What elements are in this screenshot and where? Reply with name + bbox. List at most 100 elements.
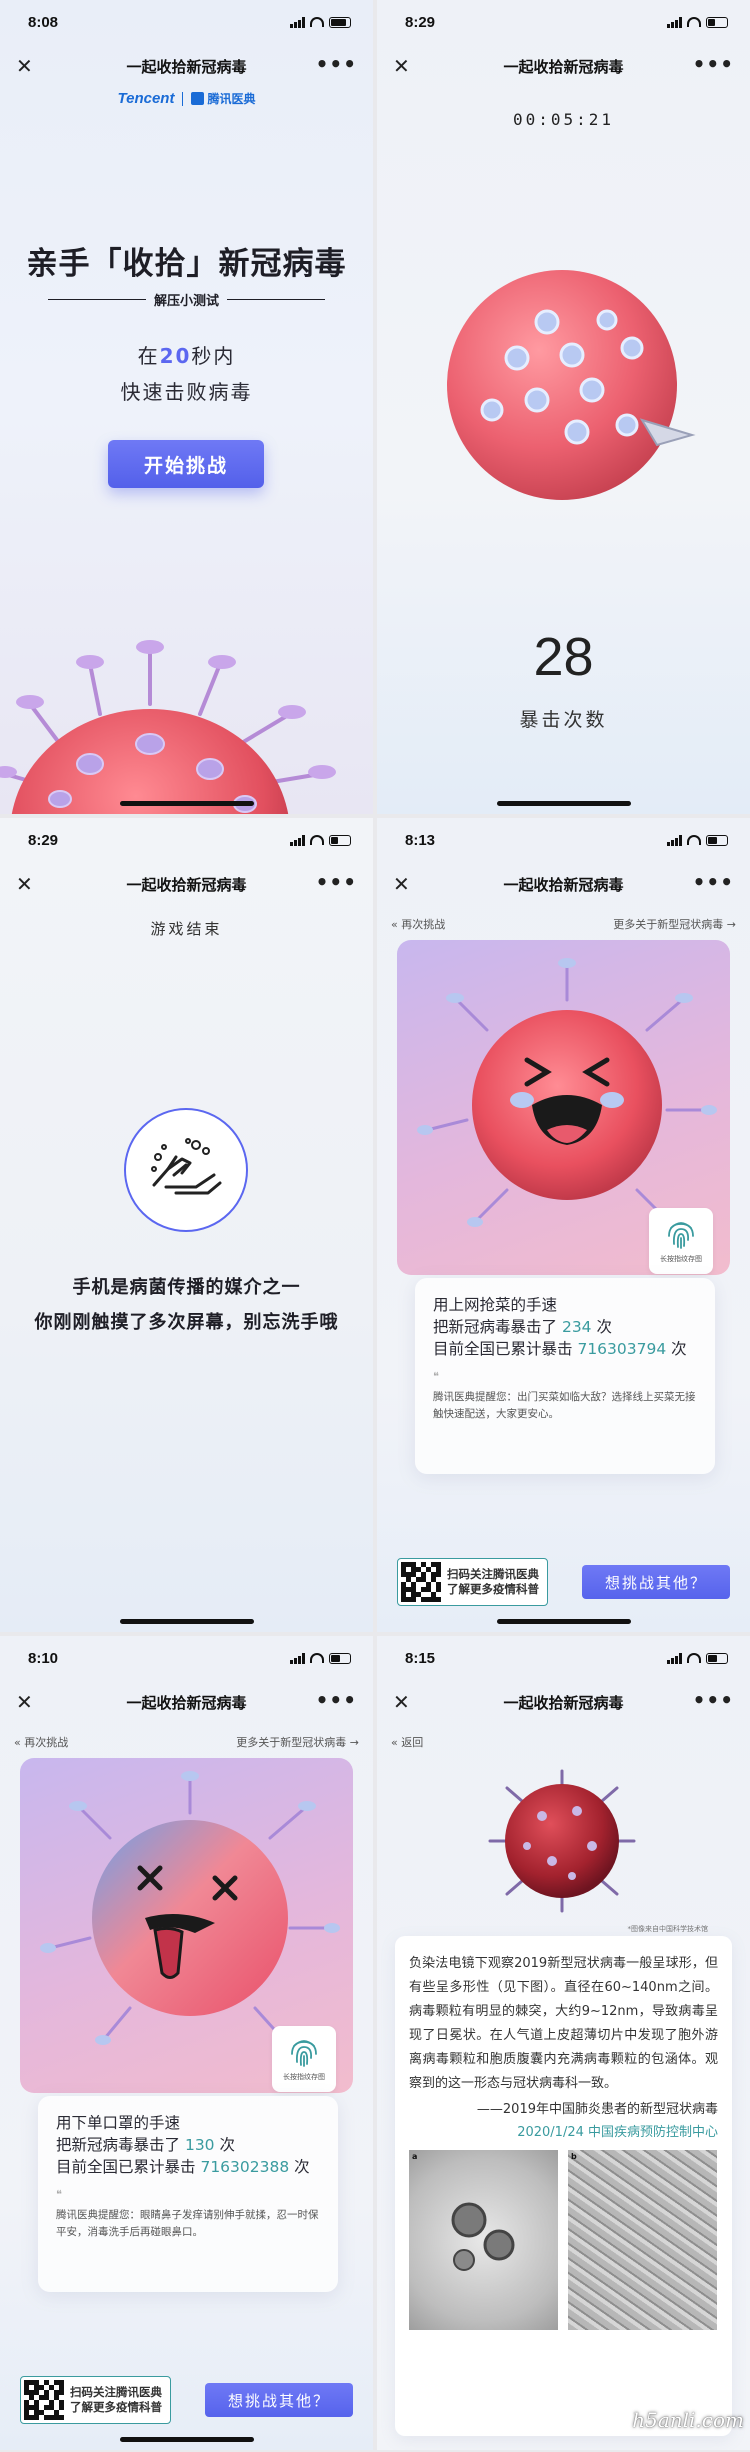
result-links: « 再次挑战 更多关于新型冠状病毒 → [14, 1734, 359, 1750]
close-icon[interactable]: ✕ [393, 872, 410, 896]
more-icon[interactable]: ••• [693, 1688, 734, 1712]
close-icon[interactable]: ✕ [16, 54, 33, 78]
total-hit-count: 716303794 [577, 1340, 667, 1358]
qr-code-icon [401, 1562, 441, 1602]
virus-target[interactable] [437, 260, 697, 510]
screen-start: 8:08 ✕ 一起收拾新冠病毒 ••• Tencent 腾讯医典 亲手「收拾」新… [0, 0, 373, 814]
more-info-link[interactable]: 更多关于新型冠状病毒 → [613, 916, 736, 932]
micrograph-a: a [409, 2150, 558, 2330]
home-indicator [119, 801, 254, 806]
result-line-3-suffix: 次 [294, 2158, 310, 2176]
tencent-logo: Tencent [117, 90, 175, 107]
save-poster-button[interactable]: 长按指纹存图 [272, 2026, 336, 2092]
brand-logos: Tencent 腾讯医典 [0, 90, 373, 107]
nav-title: 一起收拾新冠病毒 [126, 875, 247, 894]
more-icon[interactable]: ••• [316, 870, 357, 894]
hand-wash-badge [124, 1108, 248, 1232]
try-other-challenge-button[interactable]: 想挑战其他？ [582, 1565, 730, 1599]
more-info-label: 更多关于新型冠状病毒 [613, 918, 724, 931]
result-card: 用上网抢菜的手速 把新冠病毒暴击了 234 次 目前全国已累计暴击 716303… [415, 1278, 715, 1474]
close-icon[interactable]: ✕ [16, 872, 33, 896]
close-icon[interactable]: ✕ [393, 54, 410, 78]
wifi-icon [687, 835, 701, 845]
more-icon[interactable]: ••• [693, 870, 734, 894]
status-icons [667, 834, 728, 846]
home-indicator [496, 1619, 631, 1624]
more-icon[interactable]: ••• [316, 1688, 357, 1712]
qr-caption-line-2: 了解更多疫情科普 [70, 2400, 162, 2414]
brand-divider [182, 91, 184, 106]
micrograph-b: b [568, 2150, 717, 2330]
result-line-3: 目前全国已累计暴击 716303794 次 [433, 1338, 697, 1360]
result-line-2-suffix: 次 [219, 2136, 235, 2154]
status-bar: 8:08 [0, 0, 373, 44]
more-icon[interactable]: ••• [316, 52, 357, 76]
result-line-2: 把新冠病毒暴击了 130 次 [56, 2134, 320, 2156]
article-source: 2020/1/24 中国疾病预防控制中心 [517, 2125, 718, 2140]
result-line-3: 目前全国已累计暴击 716302388 次 [56, 2156, 320, 2178]
wifi-icon [310, 17, 324, 27]
goal-prefix: 在 [137, 344, 160, 368]
result-footer: 扫码关注腾讯医典 了解更多疫情科普 想挑战其他？ [397, 1558, 730, 1606]
subtitle-row: 解压小测试 [48, 290, 326, 309]
result-line-2-prefix: 把新冠病毒暴击了 [56, 2136, 181, 2154]
watermark: h5anli.com [632, 2408, 744, 2432]
battery-icon [329, 1652, 351, 1664]
qr-caption-line-2: 了解更多疫情科普 [447, 1582, 539, 1596]
close-icon[interactable]: ✕ [393, 1690, 410, 1714]
close-icon[interactable]: ✕ [16, 1690, 33, 1714]
battery-icon [706, 16, 728, 28]
nav-title: 一起收拾新冠病毒 [503, 57, 624, 76]
battery-icon [706, 1652, 728, 1664]
divider [48, 298, 146, 301]
signal-icon [290, 1652, 305, 1664]
status-time: 8:29 [405, 13, 436, 31]
electron-micrographs: a b [409, 2150, 718, 2330]
more-info-link[interactable]: 更多关于新型冠状病毒 → [236, 1734, 359, 1750]
article-paragraph: 负染法电镜下观察2019新型冠状病毒一般呈球形，但有些呈多形性（见下图）。直径在… [409, 1956, 718, 2091]
quote-icon: ❝ [56, 2188, 62, 2201]
retry-link-label: 再次挑战 [24, 1736, 69, 1749]
yidian-logo: 腾讯医典 [191, 90, 255, 107]
more-icon[interactable]: ••• [693, 52, 734, 76]
retry-link[interactable]: « 再次挑战 [391, 916, 445, 932]
status-time: 8:29 [28, 831, 59, 849]
retry-link[interactable]: « 再次挑战 [14, 1734, 68, 1750]
article-citation: ——2019年中国肺炎患者的新型冠状病毒 [476, 2102, 718, 2117]
home-indicator [496, 801, 631, 806]
micrograph-a-label: a [412, 2152, 418, 2161]
nav-bar: ✕ 一起收拾新冠病毒 ••• [0, 862, 373, 906]
knocked-out-virus-illustration [40, 1771, 340, 2045]
nav-title: 一起收拾新冠病毒 [503, 1693, 624, 1712]
article-card: 负染法电镜下观察2019新型冠状病毒一般呈球形，但有些呈多形性（见下图）。直径在… [395, 1936, 732, 2436]
virus-3d-model [488, 1769, 636, 1913]
screen-result-a: 8:13 ✕ 一起收拾新冠病毒 ••• « 再次挑战 更多关于新型冠状病毒 → [377, 818, 750, 1632]
status-time: 8:10 [28, 1649, 59, 1667]
user-hit-count: 234 [561, 1318, 592, 1336]
start-challenge-button[interactable]: 开始挑战 [108, 440, 264, 488]
page-title: 亲手「收拾」新冠病毒 [26, 246, 347, 282]
battery-icon [706, 834, 728, 846]
status-icons [290, 1652, 351, 1664]
follow-qr[interactable]: 扫码关注腾讯医典 了解更多疫情科普 [20, 2376, 171, 2424]
status-bar: 8:10 [0, 1636, 373, 1680]
wifi-icon [310, 1653, 324, 1663]
quote-icon: ❝ [433, 1370, 439, 1383]
status-icons [290, 16, 351, 28]
wifi-icon [687, 1653, 701, 1663]
result-line-3-prefix: 目前全国已累计暴击 [433, 1340, 573, 1358]
save-poster-button[interactable]: 长按指纹存图 [649, 1208, 713, 1274]
message-line-2: 你刚刚触摸了多次屏幕，别忘洗手哦 [34, 1312, 339, 1333]
hit-count: 28 [533, 627, 594, 687]
follow-qr[interactable]: 扫码关注腾讯医典 了解更多疫情科普 [397, 1558, 548, 1606]
health-tip: 腾讯医典提醒您：出门买菜如临大敌？选择线上买菜无接触快速配送，大家更安心。 [433, 1391, 696, 1420]
nav-bar: ✕ 一起收拾新冠病毒 ••• [377, 44, 750, 88]
status-icons [667, 16, 728, 28]
status-time: 8:13 [405, 831, 436, 849]
signal-icon [290, 834, 305, 846]
qr-caption: 扫码关注腾讯医典 了解更多疫情科普 [447, 1567, 539, 1597]
screen-virus-info: 8:15 ✕ 一起收拾新冠病毒 ••• « 返回 *图像来自中国科学技术馆 负染… [377, 1636, 750, 2450]
back-link[interactable]: « 返回 [391, 1734, 423, 1750]
nav-title: 一起收拾新冠病毒 [503, 875, 624, 894]
try-other-challenge-button[interactable]: 想挑战其他？ [205, 2383, 353, 2417]
